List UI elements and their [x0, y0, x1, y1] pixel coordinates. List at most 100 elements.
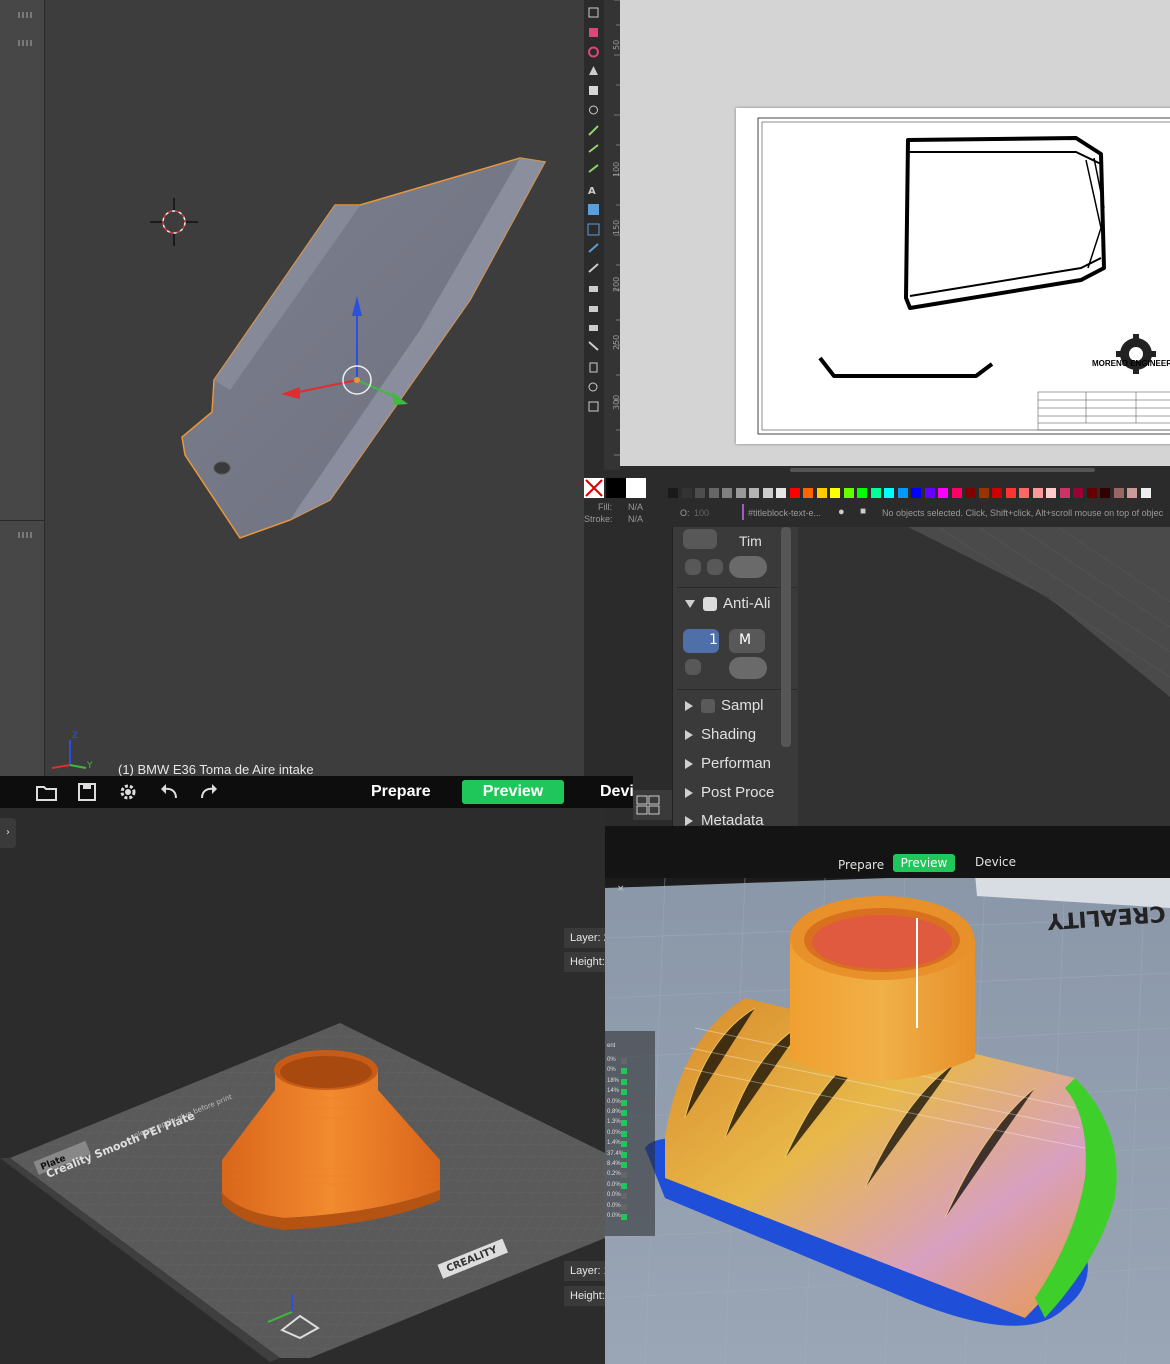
color-swatch[interactable] — [1086, 488, 1097, 498]
value-field[interactable]: 1 — [683, 629, 719, 653]
unlock-icon[interactable]: ■ — [860, 506, 866, 517]
legend-checkbox[interactable] — [621, 1162, 627, 1168]
legend-checkbox[interactable] — [621, 1099, 627, 1106]
slicer-viewport-background[interactable] — [798, 527, 1170, 827]
color-swatch[interactable] — [1032, 488, 1043, 498]
anti-alias-section[interactable]: Anti-Ali — [685, 595, 771, 612]
color-palette[interactable] — [584, 478, 1170, 500]
color-swatch[interactable] — [965, 488, 975, 498]
legend-checkbox[interactable] — [621, 1193, 627, 1200]
color-swatch[interactable] — [857, 488, 867, 498]
shading-section[interactable]: Shading — [685, 726, 756, 743]
color-swatch[interactable] — [722, 488, 732, 498]
blender-viewport[interactable]: Z Y (1) BMW E36 Toma de Aire intake — [0, 0, 584, 776]
layer-selector[interactable]: #titleblock-text-e... — [748, 508, 821, 518]
legend-checkbox[interactable] — [621, 1078, 627, 1085]
color-swatch[interactable] — [606, 478, 626, 498]
height-bottom-label: Height: — [564, 1286, 605, 1306]
metadata-section[interactable]: Metadata — [685, 812, 764, 827]
legend-checkbox[interactable] — [621, 1151, 627, 1158]
tab-device[interactable]: Device — [975, 855, 1016, 869]
legend-checkbox[interactable] — [621, 1214, 627, 1220]
tab-preview[interactable]: Preview — [893, 854, 955, 872]
tab-prepare[interactable]: Prepare — [838, 858, 884, 872]
legend-value: 0.0% — [607, 1202, 621, 1209]
color-swatch[interactable] — [708, 488, 719, 498]
color-swatch[interactable] — [762, 488, 773, 498]
tab-prepare[interactable]: Prepare — [371, 780, 431, 804]
tab-device[interactable]: Devi — [600, 780, 634, 804]
undo-icon[interactable] — [156, 780, 182, 804]
color-swatch[interactable] — [789, 488, 800, 498]
stepper-button[interactable] — [729, 556, 767, 578]
legend-checkbox[interactable] — [621, 1130, 627, 1137]
color-swatch[interactable] — [911, 488, 921, 498]
tab-preview[interactable]: Preview — [462, 780, 564, 804]
intake-part-model[interactable]: Z Y — [0, 0, 584, 776]
legend-checkbox[interactable] — [621, 1089, 627, 1096]
color-swatch[interactable] — [1127, 488, 1137, 498]
color-swatch[interactable] — [749, 488, 759, 498]
color-swatch[interactable] — [1113, 488, 1124, 498]
toggle-button[interactable] — [685, 659, 701, 675]
color-swatch[interactable] — [776, 488, 786, 498]
sampling-section[interactable]: Sampl — [685, 697, 764, 714]
color-swatch[interactable] — [626, 478, 646, 498]
legend-checkbox[interactable] — [621, 1120, 627, 1127]
legend-checkbox[interactable] — [621, 1141, 627, 1148]
color-swatch[interactable] — [1005, 488, 1016, 498]
legend-checkbox[interactable] — [621, 1172, 627, 1179]
save-icon[interactable] — [74, 780, 100, 804]
legend-checkbox[interactable] — [621, 1110, 627, 1116]
spiral-tool-icon — [589, 105, 598, 115]
color-swatch[interactable] — [870, 488, 881, 498]
color-swatch[interactable] — [897, 488, 908, 498]
legend-checkbox[interactable] — [621, 1203, 627, 1210]
color-swatch[interactable] — [1100, 488, 1110, 498]
color-swatch[interactable] — [830, 488, 840, 498]
color-swatch[interactable] — [843, 488, 854, 498]
toggle-button[interactable] — [707, 559, 723, 575]
gear-icon[interactable] — [115, 780, 141, 804]
color-swatch[interactable] — [668, 488, 678, 498]
color-swatch[interactable] — [681, 488, 692, 498]
drawing-page[interactable]: MORENO ENGINEERING — [736, 108, 1170, 444]
color-swatch[interactable] — [978, 488, 989, 498]
color-swatch[interactable] — [951, 488, 962, 498]
toggle-button[interactable] — [685, 559, 701, 575]
color-swatch[interactable] — [992, 488, 1002, 498]
opacity-value[interactable]: 100 — [694, 508, 709, 518]
prev-next-button[interactable] — [683, 529, 717, 549]
vertical-scrollbar[interactable] — [781, 527, 791, 747]
color-swatch[interactable] — [816, 488, 827, 498]
no-paint-swatch[interactable] — [584, 478, 604, 498]
color-swatch[interactable] — [1140, 488, 1151, 498]
color-swatch[interactable] — [695, 488, 705, 498]
post-process-section[interactable]: Post Proce — [685, 784, 774, 801]
collapse-icon[interactable]: × — [617, 884, 625, 894]
color-swatch[interactable] — [803, 488, 813, 498]
performance-section[interactable]: Performan — [685, 755, 771, 772]
color-swatch[interactable] — [1073, 488, 1083, 498]
color-swatch[interactable] — [884, 488, 894, 498]
slicer-preview-viewport-2[interactable]: Prepare Preview Device CREALITY ent 0% 0… — [605, 826, 1170, 1364]
open-folder-icon[interactable] — [34, 780, 60, 804]
render-properties-panel: Tim Anti-Ali 1 M Sampl Shading Performan… — [672, 527, 799, 827]
color-swatch[interactable] — [1046, 488, 1056, 498]
color-swatch[interactable] — [1059, 488, 1070, 498]
redo-icon[interactable] — [196, 780, 222, 804]
color-swatch[interactable] — [735, 488, 746, 498]
stepper-button[interactable] — [729, 657, 767, 679]
box-tool-icon — [589, 86, 598, 95]
color-swatch[interactable] — [1019, 488, 1029, 498]
legend-checkbox[interactable] — [621, 1182, 627, 1189]
color-swatch[interactable] — [938, 488, 948, 498]
legend-checkbox[interactable] — [621, 1068, 627, 1075]
legend-checkbox[interactable] — [621, 1058, 627, 1064]
color-swatch[interactable] — [924, 488, 935, 498]
lock-icon[interactable]: ● — [838, 506, 845, 518]
view-toggle-button[interactable] — [633, 790, 672, 820]
horizontal-scrollbar[interactable] — [790, 468, 1095, 472]
slicer-preview-viewport[interactable]: › Plate Creality Smooth PEI Plate please… — [0, 808, 605, 1364]
mode-select[interactable]: M — [729, 629, 765, 653]
